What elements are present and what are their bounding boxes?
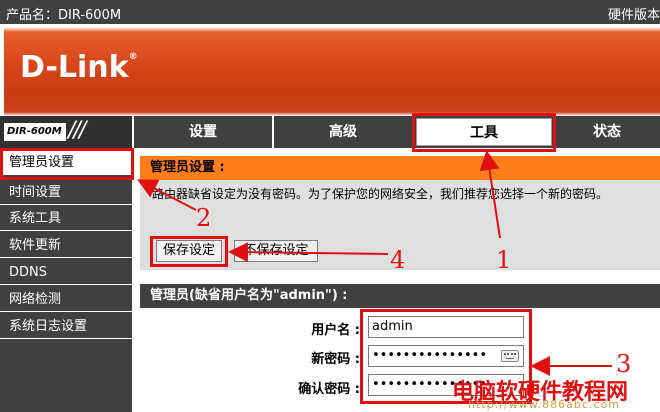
tab-status[interactable]: 状态	[554, 116, 660, 148]
watermark-url: http://www.886abc.com	[468, 398, 620, 411]
account-section-title: 管理员(缺省用户名为"admin") :	[140, 284, 660, 308]
annotation-number-2: 2	[196, 204, 212, 232]
annotation-box-save-button	[150, 236, 228, 267]
sidebar: 管理员设置 时间设置 系统工具 软件更新 DDNS 网络检测 系统日志设置	[0, 150, 132, 412]
admin-settings-description: 路由器缺省设定为没有密码。为了保护您的网络安全，我们推荐您选择一个新的密码。	[152, 187, 609, 201]
header-banner: D-Link®	[0, 24, 660, 116]
product-name: 产品名：DIR-600M	[6, 8, 122, 23]
hardware-version: 硬件版本	[607, 8, 660, 23]
sidebar-item-ddns[interactable]: DDNS	[0, 260, 132, 285]
annotation-box-tools-tab	[412, 113, 556, 152]
sidebar-item-system-tools[interactable]: 系统工具	[0, 206, 132, 231]
annotation-number-1: 1	[496, 246, 512, 274]
sidebar-item-firmware[interactable]: 软件更新	[0, 233, 132, 258]
model-bar: DIR-600M ///	[0, 116, 132, 148]
dont-save-button[interactable]: 不保存设定	[234, 240, 318, 262]
new-password-label: 新密码 :	[311, 352, 360, 367]
sidebar-item-network-check[interactable]: 网络检测	[0, 287, 132, 312]
sidebar-item-time[interactable]: 时间设置	[0, 180, 132, 205]
sidebar-item-syslog[interactable]: 系统日志设置	[0, 314, 132, 339]
dlink-logo: D-Link®	[20, 50, 138, 85]
tab-advanced[interactable]: 高级	[274, 116, 414, 148]
annotation-box-admin-item	[0, 148, 134, 180]
tab-setup[interactable]: 设置	[134, 116, 274, 148]
decorative-slashes: ///	[68, 118, 86, 143]
top-info-bar: 产品名：DIR-600M 硬件版本	[0, 0, 660, 24]
model-badge: DIR-600M	[4, 123, 66, 141]
confirm-password-label: 确认密码 :	[298, 382, 360, 397]
main-nav: 设置 高级 工具 状态	[134, 116, 660, 148]
annotation-number-4: 4	[390, 246, 406, 274]
admin-settings-title: 管理员设置 :	[140, 156, 660, 180]
username-label: 用户名 :	[311, 323, 360, 338]
